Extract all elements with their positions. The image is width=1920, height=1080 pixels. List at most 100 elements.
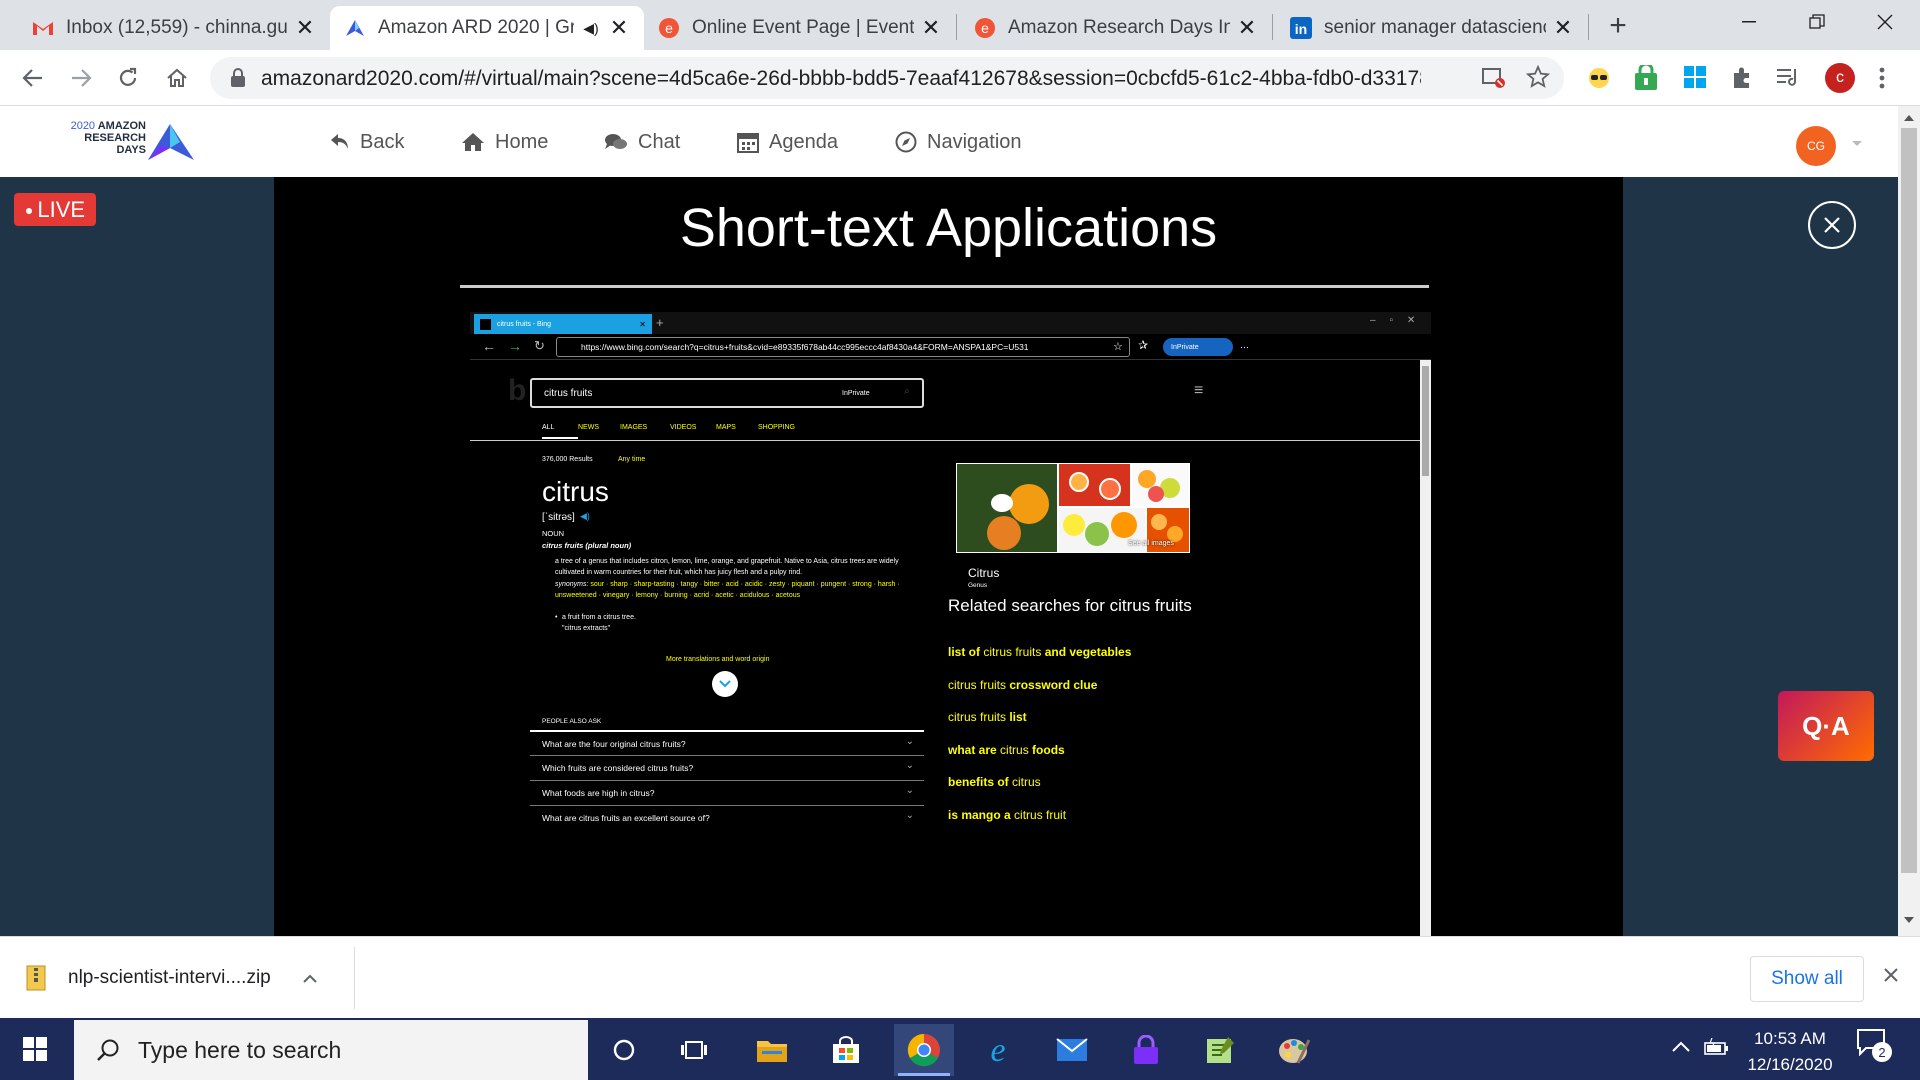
scroll-down-icon[interactable] (1904, 916, 1914, 924)
cortana-button[interactable] (594, 1024, 654, 1076)
qa-button[interactable]: Q·A (1778, 691, 1874, 761)
chevron-down-icon: ⌄ (905, 736, 914, 747)
tab-amazon-ard[interactable]: Amazon ARD 2020 | Gr ◀) ✕ (330, 6, 644, 50)
store-button[interactable] (816, 1024, 876, 1076)
close-tab-icon[interactable]: ✕ (920, 15, 942, 40)
tab-title: Amazon ARD 2020 | Gr (378, 17, 574, 38)
blocked-popup-icon[interactable] (1482, 67, 1506, 89)
show-hidden-icons-icon[interactable] (1672, 1040, 1690, 1052)
lock-icon (230, 68, 246, 88)
slide-divider (460, 285, 1429, 288)
taskbar-search-box[interactable]: Type here to search (74, 1020, 588, 1080)
svg-text:e: e (665, 20, 673, 36)
notepad-plus-icon (1207, 1037, 1234, 1063)
refresh-icon: ↻ (534, 338, 545, 353)
scrollbar-thumb[interactable] (1901, 128, 1917, 873)
speaker-icon[interactable]: ◀) (580, 17, 602, 39)
tab-eventbrite-2[interactable]: e Amazon Research Days Ind ✕ (960, 6, 1272, 50)
file-explorer-button[interactable] (742, 1024, 802, 1076)
system-clock[interactable]: 10:53 AM 12/16/2020 (1730, 1026, 1850, 1078)
notification-count-badge: 2 (1872, 1042, 1892, 1062)
task-view-button[interactable] (664, 1024, 724, 1076)
bing-address-bar: https://www.bing.com/search?q=citrus+fru… (556, 337, 1130, 357)
reload-button[interactable] (108, 58, 148, 98)
citrus-halves-photo (1132, 464, 1189, 506)
close-shelf-icon[interactable] (1883, 967, 1899, 983)
cortana-icon (613, 1039, 635, 1061)
close-window-button[interactable] (1856, 0, 1914, 44)
sliced-citrus-photo (1059, 464, 1130, 506)
action-center-button[interactable]: 2 (1856, 1028, 1896, 1072)
battery-icon[interactable] (1704, 1038, 1730, 1058)
address-bar[interactable]: amazonard2020.com/#/virtual/main?scene=4… (210, 57, 1564, 99)
bing-logo-icon: b (508, 374, 527, 407)
bing-tab: citrus fruits - Bing ✕ (474, 314, 652, 334)
chevron-down-icon: ⌄ (905, 785, 914, 796)
eventbrite-icon: e (974, 17, 996, 39)
bing-search-box: citrus fruits InPrivate ⌕ (530, 378, 924, 408)
purple-lock-icon (1134, 1035, 1158, 1064)
tab-title: senior manager datascience (1324, 17, 1546, 38)
tab-eventbrite-1[interactable]: e Online Event Page | Eventbr ✕ (644, 6, 956, 50)
extension-glasses-icon[interactable] (1587, 67, 1611, 89)
extensions-puzzle-icon[interactable] (1730, 66, 1754, 90)
close-tab-icon[interactable]: ✕ (1236, 15, 1258, 40)
bing-scope-tabs: ALL NEWS IMAGES VIDEOS MAPS SHOPPING (542, 424, 808, 439)
nav-navigation[interactable]: Navigation (895, 126, 1022, 158)
list-item: What are citrus fruits an excellent sour… (530, 805, 924, 830)
nav-chat[interactable]: Chat (604, 126, 680, 158)
chrome-menu-icon[interactable] (1879, 66, 1885, 90)
nav-back[interactable]: Back (330, 126, 404, 158)
bullet-icon: • (555, 614, 558, 621)
close-tab-icon[interactable]: ✕ (294, 15, 316, 40)
bookmark-star-icon[interactable] (1526, 65, 1550, 89)
page-scrollbar[interactable] (1898, 106, 1920, 936)
edge-button[interactable]: e (968, 1024, 1028, 1076)
star-icon: ☆ (1113, 341, 1123, 353)
chevron-down-icon (719, 680, 731, 688)
svg-text:e: e (990, 1033, 1005, 1067)
site-header: 2020 AMAZON RESEARCH DAYS Back Home Chat… (0, 106, 1898, 177)
minimize-window-button[interactable] (1720, 0, 1778, 44)
live-badge: ● LIVE (14, 193, 96, 226)
search-icon: ⌕ (904, 386, 910, 397)
close-tab-icon[interactable]: ✕ (1552, 15, 1574, 40)
tab-gmail[interactable]: Inbox (12,559) - chinna.gug ✕ (18, 6, 330, 50)
vpn-app-button[interactable] (1116, 1024, 1176, 1076)
related-search-item: citrus fruits crossword clue (948, 677, 1098, 692)
nav-home[interactable]: Home (461, 126, 548, 158)
related-search-item: is mango a citrus fruit (948, 807, 1067, 822)
scroll-up-icon[interactable] (1904, 114, 1914, 122)
download-item[interactable]: nlp-scientist-intervi....zip (26, 957, 317, 999)
show-all-downloads-button[interactable]: Show all (1750, 956, 1864, 1002)
notepad-app-button[interactable] (1190, 1024, 1250, 1076)
restore-window-button[interactable] (1788, 0, 1846, 44)
eventbrite-icon: e (658, 17, 680, 39)
amazon-research-days-logo[interactable]: 2020 AMAZON RESEARCH DAYS (58, 120, 208, 166)
chevron-down-icon: ⌄ (905, 760, 914, 771)
new-tab-button[interactable]: + (1600, 8, 1636, 44)
back-arrow-icon: ← (482, 338, 496, 354)
media-control-icon[interactable] (1776, 66, 1802, 88)
calendar-icon (737, 133, 759, 153)
chevron-up-icon[interactable] (303, 974, 317, 983)
video-player[interactable]: Short-text Applications citrus fruits - … (274, 177, 1623, 936)
start-button[interactable] (0, 1018, 70, 1080)
extension-lock-icon[interactable] (1634, 65, 1658, 91)
chevron-down-icon[interactable] (1851, 140, 1863, 148)
chrome-button[interactable] (894, 1024, 954, 1076)
user-avatar[interactable]: CG (1796, 126, 1836, 166)
profile-avatar[interactable]: c (1825, 63, 1855, 93)
forward-button[interactable] (61, 58, 101, 98)
tab-title: Amazon Research Days Ind (1008, 17, 1230, 38)
nav-agenda[interactable]: Agenda (737, 126, 838, 158)
home-button[interactable] (157, 58, 197, 98)
related-search-item: list of citrus fruits and vegetables (948, 645, 1132, 659)
close-video-button[interactable] (1808, 201, 1856, 249)
extension-windows-icon[interactable] (1683, 65, 1707, 89)
paint-app-button[interactable] (1264, 1024, 1324, 1076)
back-button[interactable] (13, 58, 53, 98)
mail-button[interactable] (1042, 1024, 1102, 1076)
close-tab-icon[interactable]: ✕ (608, 15, 630, 40)
tab-linkedin[interactable]: in senior manager datascience ✕ (1276, 6, 1588, 50)
